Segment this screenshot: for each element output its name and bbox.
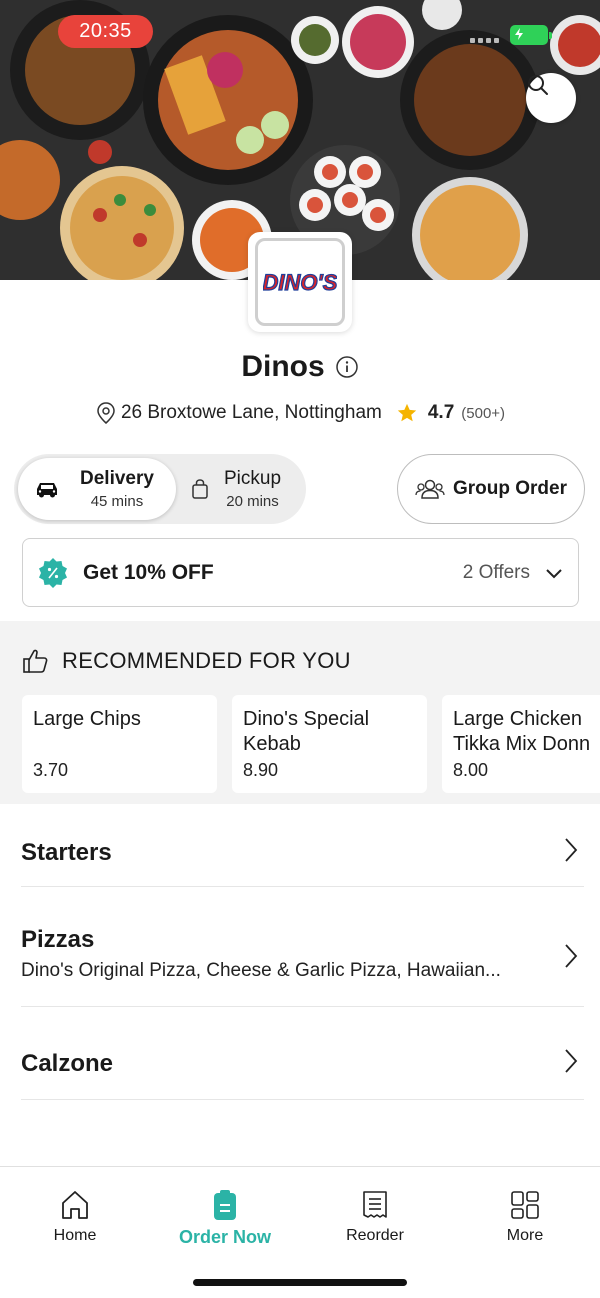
svg-text:DINO'S: DINO'S (263, 270, 337, 295)
category-description: Dino's Original Pizza, Cheese & Garlic P… (21, 960, 501, 981)
receipt-icon (363, 1191, 387, 1218)
pickup-label: Pickup (224, 468, 282, 489)
store-rating: 4.7 (427, 402, 455, 423)
info-icon[interactable] (335, 355, 359, 379)
review-count: (500+) (461, 404, 506, 422)
thumbs-up-icon (23, 649, 48, 673)
tab-reorder[interactable]: Reorder (315, 1189, 435, 1245)
bottom-tab-bar: Home Order Now Reorder More (0, 1166, 600, 1298)
recommended-item-card[interactable]: Dino's Special Kebab 8.90 (232, 695, 427, 793)
shopping-bag-icon (192, 479, 208, 499)
battery-charging-icon (510, 25, 552, 45)
search-icon (528, 75, 548, 95)
tab-label: Home (53, 1227, 97, 1244)
home-indicator[interactable] (193, 1279, 407, 1286)
offers-banner[interactable]: Get 10% OFF 2 Offers (22, 538, 579, 607)
delivery-label: Delivery (80, 468, 154, 489)
search-button[interactable] (526, 73, 576, 123)
recommended-section: RECOMMENDED FOR YOU Large Chips 3.70 Din… (0, 621, 600, 804)
delivery-option[interactable]: Delivery 45 mins (18, 458, 176, 520)
chevron-right-icon (565, 1049, 578, 1073)
chevron-down-icon (546, 568, 562, 578)
recommended-item-card[interactable]: Large Chips 3.70 (22, 695, 217, 793)
pickup-option[interactable]: Pickup 20 mins (180, 458, 302, 520)
store-address-row: 26 Broxtowe Lane, Nottingham 4.7 (500+) (0, 401, 600, 425)
offer-title: Get 10% OFF (83, 560, 214, 584)
category-name: Calzone (21, 1050, 114, 1077)
chevron-right-icon (565, 838, 578, 862)
category-starters[interactable]: Starters (21, 805, 584, 887)
category-pizzas[interactable]: Pizzas Dino's Original Pizza, Cheese & G… (21, 888, 584, 1007)
car-icon (37, 483, 57, 498)
grid-icon (511, 1191, 539, 1219)
delivery-time: 45 mins (90, 493, 144, 510)
category-name: Pizzas (21, 926, 95, 953)
status-time: 20:35 (58, 15, 153, 48)
chevron-right-icon (565, 944, 578, 968)
pickup-time: 20 mins (226, 493, 279, 510)
item-name: Dino's Special (243, 708, 370, 730)
signal-icon (470, 38, 499, 43)
order-icon (214, 1190, 236, 1220)
item-name-line2: Kebab (243, 733, 301, 755)
tab-home[interactable]: Home (15, 1189, 135, 1245)
discount-badge-icon (39, 557, 67, 588)
tab-label: Reorder (346, 1227, 404, 1244)
recommended-title: RECOMMENDED FOR YOU (62, 648, 351, 673)
store-address: 26 Broxtowe Lane, Nottingham (120, 402, 382, 423)
recommended-item-card[interactable]: Large Chicken Tikka Mix Donn 8.00 (442, 695, 600, 793)
dinos-logo-image: DINO'S (263, 269, 337, 295)
order-mode-toggle: Delivery 45 mins Pickup 20 mins (14, 454, 306, 524)
item-price: 8.90 (243, 760, 279, 780)
tab-more[interactable]: More (465, 1189, 585, 1245)
category-name: Starters (21, 839, 112, 866)
home-icon (62, 1191, 88, 1219)
item-price: 3.70 (33, 760, 69, 780)
store-logo: DINO'S (248, 232, 352, 332)
tab-label: Order Now (178, 1227, 271, 1247)
tab-label: More (506, 1227, 544, 1244)
item-name-line2: Tikka Mix Donn (453, 733, 591, 755)
item-name: Large Chips (33, 708, 141, 730)
tab-order-now[interactable]: Order Now (165, 1189, 285, 1248)
group-people-icon (415, 479, 445, 499)
store-name: Dinos (241, 350, 325, 383)
group-order-button[interactable]: Group Order (397, 454, 585, 524)
offer-count: 2 Offers (462, 561, 530, 583)
location-pin-icon (97, 402, 115, 424)
item-price: 8.00 (453, 760, 489, 780)
star-icon (397, 403, 417, 422)
store-header: Dinos (0, 350, 600, 384)
group-order-label: Group Order (452, 478, 567, 499)
item-name: Large Chicken (453, 708, 582, 730)
category-calzone[interactable]: Calzone (21, 1008, 584, 1100)
